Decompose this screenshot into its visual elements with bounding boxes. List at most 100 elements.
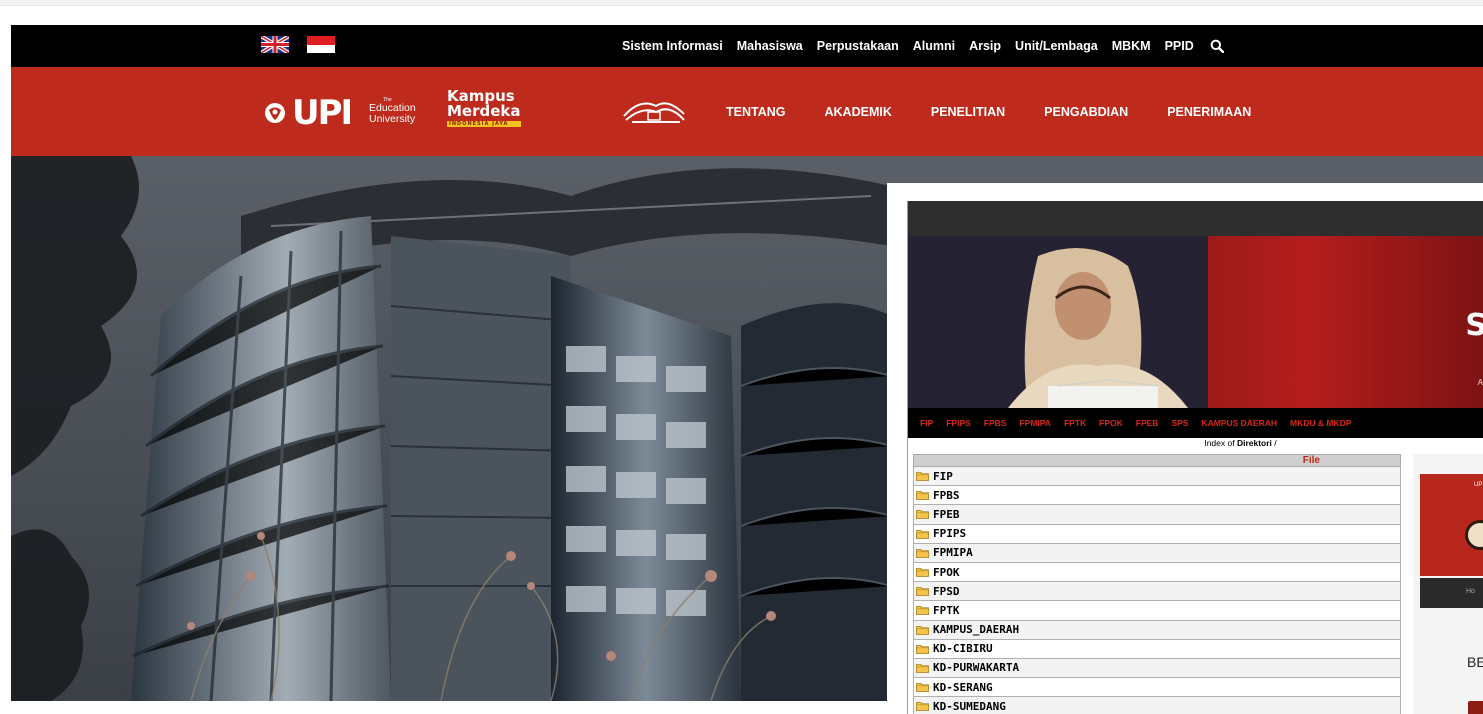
directory-row[interactable]: FPSD bbox=[913, 582, 1401, 602]
folder-icon bbox=[916, 568, 929, 577]
main-nav: UPI The Education University Kampus Merd… bbox=[11, 67, 1483, 156]
nav-link-penerimaan[interactable]: PENERIMAAN bbox=[1167, 105, 1251, 119]
directory-banner: S A bbox=[908, 236, 1483, 408]
faculty-link-fpmipa[interactable]: FPMIPA bbox=[1019, 418, 1050, 428]
directory-name[interactable]: FPIPS bbox=[933, 527, 966, 540]
search-icon[interactable] bbox=[1210, 39, 1224, 53]
directory-name[interactable]: FIP bbox=[933, 470, 953, 483]
utility-links: Sistem Informasi Mahasiswa Perpustakaan … bbox=[622, 25, 1224, 67]
nav-link-penelitian[interactable]: PENELITIAN bbox=[931, 105, 1005, 119]
directory-name[interactable]: FPTK bbox=[933, 604, 960, 617]
faculty-link-kampus-daerah[interactable]: KAMPUS DAERAH bbox=[1201, 418, 1277, 428]
browser-edge bbox=[0, 0, 1483, 6]
util-link-mbkm[interactable]: MBKM bbox=[1112, 39, 1151, 53]
utility-bar: Sistem Informasi Mahasiswa Perpustakaan … bbox=[11, 25, 1483, 67]
util-link-arsip[interactable]: Arsip bbox=[969, 39, 1001, 53]
directory-row[interactable]: FPBS bbox=[913, 486, 1401, 506]
directory-row[interactable]: KD-PURWAKARTA bbox=[913, 658, 1401, 679]
upi-emblem-icon bbox=[265, 103, 285, 123]
university-emblem-icon bbox=[1465, 520, 1483, 550]
indonesian-flag-icon[interactable] bbox=[307, 36, 335, 53]
faculty-link-fptk[interactable]: FPTK bbox=[1064, 418, 1086, 428]
sidebar-text: BE bbox=[1467, 654, 1483, 670]
directory-row[interactable]: KAMPUS_DAERAH bbox=[913, 620, 1401, 640]
directory-name[interactable]: KD-PURWAKARTA bbox=[933, 661, 1019, 674]
index-directory[interactable]: Direktori bbox=[1237, 438, 1272, 448]
directory-rows: FIP FPBS FPEB FPIPS FPMIPA FPOK FPSD FPTK KAMPUS… bbox=[913, 467, 1401, 714]
directory-row[interactable]: FIP bbox=[913, 467, 1401, 487]
directory-row[interactable]: FPMIPA bbox=[913, 543, 1401, 563]
directory-sidebar: UP Ho BE bbox=[1413, 454, 1483, 714]
folder-icon bbox=[916, 664, 929, 673]
directory-row[interactable]: FPEB bbox=[913, 505, 1401, 525]
nav-link-pengabdian[interactable]: PENGABDIAN bbox=[1044, 105, 1128, 119]
util-link-mahasiswa[interactable]: Mahasiswa bbox=[737, 39, 803, 53]
nav-link-tentang[interactable]: TENTANG bbox=[726, 105, 786, 119]
folder-icon bbox=[916, 606, 929, 616]
faculty-link-fpeb[interactable]: FPEB bbox=[1136, 418, 1159, 428]
column-header-file[interactable]: File bbox=[913, 454, 1401, 467]
directory-row[interactable]: FPTK bbox=[913, 601, 1401, 621]
directory-name[interactable]: FPBS bbox=[933, 489, 960, 502]
sidebar-dark-label[interactable]: Ho bbox=[1466, 588, 1475, 595]
directory-row[interactable]: KD-CIBIRU bbox=[913, 639, 1401, 659]
directory-name[interactable]: KD-SERANG bbox=[933, 681, 993, 694]
kampus-merdeka-tag: INDONESIA JAYA bbox=[447, 121, 521, 127]
util-link-sistem-informasi[interactable]: Sistem Informasi bbox=[622, 39, 723, 53]
directory-name[interactable]: KD-CIBIRU bbox=[933, 642, 993, 655]
campus-building-icon[interactable] bbox=[622, 96, 686, 126]
util-link-unit-lembaga[interactable]: Unit/Lembaga bbox=[1015, 39, 1098, 53]
primary-links: TENTANG AKADEMIK PENELITIAN PENGABDIAN P… bbox=[726, 67, 1290, 156]
faculty-link-fpbs[interactable]: FPBS bbox=[984, 418, 1007, 428]
english-flag-icon[interactable] bbox=[261, 36, 289, 53]
faculty-link-fpok[interactable]: FPOK bbox=[1099, 418, 1123, 428]
directory-topbar bbox=[908, 201, 1483, 236]
folder-icon bbox=[916, 683, 929, 693]
util-link-alumni[interactable]: Alumni bbox=[913, 39, 955, 53]
subtitle-line-2: University bbox=[369, 113, 416, 125]
folder-icon bbox=[916, 510, 929, 520]
index-prefix: Index of bbox=[1204, 438, 1235, 448]
directory-row[interactable]: KD-SERANG bbox=[913, 678, 1401, 698]
kampus-merdeka-logo[interactable]: Kampus Merdeka INDONESIA JAYA bbox=[447, 89, 521, 127]
directory-name[interactable]: KAMPUS_DAERAH bbox=[933, 623, 1019, 636]
directory-name[interactable]: FPOK bbox=[933, 566, 960, 579]
folder-icon bbox=[916, 529, 929, 539]
util-link-ppid[interactable]: PPID bbox=[1165, 39, 1194, 53]
directory-name[interactable]: FPSD bbox=[933, 585, 960, 598]
upi-logo[interactable]: UPI bbox=[264, 93, 353, 133]
directory-window: S A FIP FPIPS FPBS FPMIPA FPTK FPOK FPEB… bbox=[907, 201, 1483, 714]
index-suffix: / bbox=[1274, 438, 1277, 448]
folder-icon bbox=[916, 472, 929, 481]
upi-wordmark: UPI bbox=[292, 93, 353, 133]
banner-letter: S bbox=[1465, 308, 1483, 343]
sidebar-card-label: UP bbox=[1474, 482, 1483, 488]
faculty-link-sps[interactable]: SPS bbox=[1171, 418, 1188, 428]
faculty-link-fpips[interactable]: FPIPS bbox=[946, 418, 971, 428]
util-link-perpustakaan[interactable]: Perpustakaan bbox=[817, 39, 899, 53]
directory-row[interactable]: KD-SUMEDANG bbox=[913, 697, 1401, 714]
folder-icon bbox=[916, 587, 929, 597]
directory-row[interactable]: FPIPS bbox=[913, 524, 1401, 544]
sidebar-button[interactable] bbox=[1468, 701, 1483, 714]
faculty-nav: FIP FPIPS FPBS FPMIPA FPTK FPOK FPEB SPS… bbox=[908, 408, 1483, 438]
folder-icon bbox=[916, 702, 929, 712]
faculty-link-mkdu-mkdp[interactable]: MKDU & MKDP bbox=[1290, 418, 1351, 428]
directory-row[interactable]: FPOK bbox=[913, 562, 1401, 583]
directory-name[interactable]: FPEB bbox=[933, 508, 960, 521]
folder-icon bbox=[916, 644, 929, 654]
banner-caption: A bbox=[1477, 378, 1483, 387]
directory-name[interactable]: KD-SUMEDANG bbox=[933, 700, 1006, 713]
student-reading-photo bbox=[908, 236, 1208, 408]
directory-table: File FIP FPBS FPEB FPIPS FPMIPA FPOK FPSD FPTK K… bbox=[913, 454, 1401, 714]
folder-icon bbox=[916, 548, 929, 558]
directory-name[interactable]: FPMIPA bbox=[933, 546, 973, 559]
folder-icon bbox=[916, 625, 929, 635]
nav-link-akademik[interactable]: AKADEMIK bbox=[825, 105, 892, 119]
university-subtitle: The Education University bbox=[369, 97, 416, 125]
folder-icon bbox=[916, 491, 929, 501]
faculty-link-fip[interactable]: FIP bbox=[920, 418, 933, 428]
page: Sistem Informasi Mahasiswa Perpustakaan … bbox=[0, 0, 1483, 714]
index-heading: Index of Direktori / bbox=[908, 438, 1483, 449]
kampus-merdeka-line-2: Merdeka bbox=[447, 102, 521, 120]
